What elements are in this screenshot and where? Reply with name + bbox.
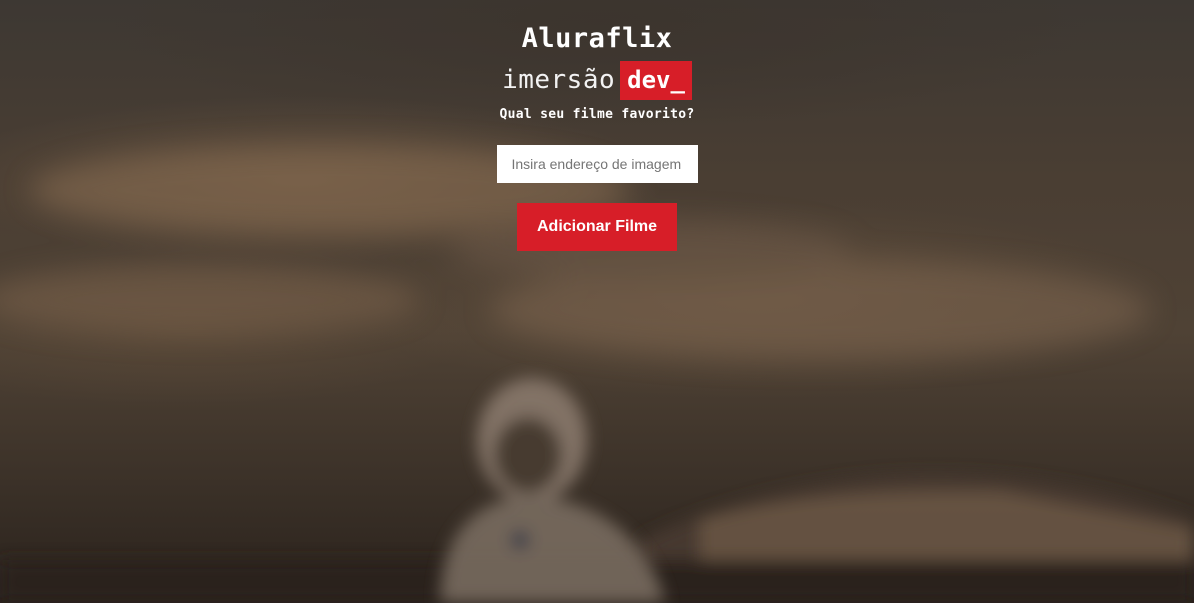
image-url-input[interactable]: [496, 145, 698, 183]
brand-word: imersão: [502, 65, 616, 95]
page-subtitle: Qual seu filme favorito?: [499, 107, 695, 122]
add-movie-button[interactable]: Adicionar Filme: [517, 203, 677, 251]
brand-logo: imersão dev_: [502, 61, 692, 100]
brand-tag: dev_: [620, 61, 692, 100]
main-content: Aluraflix imersão dev_ Qual seu filme fa…: [0, 0, 1194, 251]
app-title: Aluraflix: [521, 23, 673, 54]
